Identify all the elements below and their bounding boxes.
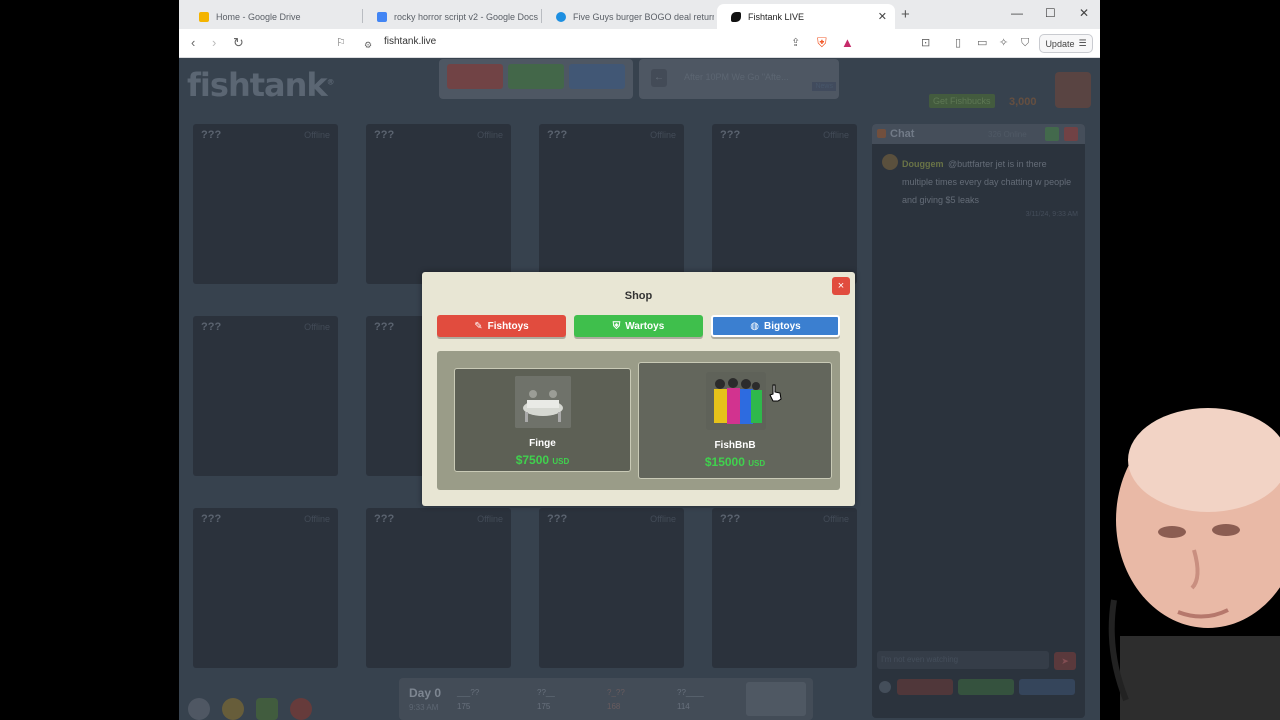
wallet-icon[interactable]: ▭ [977, 35, 987, 51]
tab-google-drive[interactable]: Home - Google Drive [185, 4, 361, 29]
news-site-icon [556, 11, 566, 22]
tab-fishtank-live[interactable]: Fishtank LIVE ✕ [717, 4, 895, 29]
hand-cursor-icon [769, 384, 782, 402]
tab-google-docs[interactable]: rocky horror script v2 - Google Docs [363, 4, 541, 29]
tab-search-icon[interactable]: ⊡ [921, 35, 930, 51]
bookmark-icon[interactable]: ⚐ [336, 35, 346, 51]
tab-bigtoys[interactable]: ◍ Bigtoys [711, 315, 840, 337]
back-icon[interactable]: ‹ [191, 35, 195, 51]
tab-title: Home - Google Drive [216, 11, 301, 22]
docs-icon [377, 11, 387, 22]
tab-title: Fishtank LIVE [748, 11, 805, 22]
tab-wartoys[interactable]: ⛨ Wartoys [574, 315, 703, 337]
share-icon[interactable]: ⇪ [791, 35, 800, 51]
drive-icon [199, 11, 209, 22]
browser-toolbar: ‹ › ↻ ⚐ ⚙ fishtank.live ⇪ ⛨ ▲ ⊡ ▯ ▭ ✧ ⛉ … [179, 29, 1100, 58]
shop-item-finge[interactable]: Finge $7500 USD [454, 368, 631, 472]
forward-icon[interactable]: › [212, 35, 216, 51]
item-price: $15000 USD [704, 455, 766, 469]
new-tab-button[interactable]: + [901, 6, 910, 23]
shop-modal: Shop × ✎ Fishtoys ⛨ Wartoys ◍ Bigtoys Fi… [422, 272, 855, 506]
tab-label: Wartoys [625, 320, 665, 332]
sidebar-icon[interactable]: ▯ [955, 35, 961, 51]
minimize-button[interactable]: — [1011, 6, 1023, 20]
leo-ai-icon[interactable]: ✧ [999, 35, 1008, 51]
shop-item-fishbnb[interactable]: FishBnB $15000 USD [638, 362, 832, 479]
tab-five-guys[interactable]: Five Guys burger BOGO deal returns [542, 4, 714, 29]
tab-title: rocky horror script v2 - Google Docs [394, 11, 539, 22]
site-info-icon[interactable]: ⚙ [364, 37, 372, 53]
fishbnb-thumbnail [706, 372, 766, 430]
browser-window: Home - Google Drive rocky horror script … [179, 0, 1100, 720]
fish-icon: ✎ [474, 320, 483, 332]
address-bar[interactable]: fishtank.live [384, 36, 436, 47]
shop-items-grid: Finge $7500 USD FishBnB $15000 USD [437, 351, 840, 490]
finge-thumbnail [515, 376, 571, 428]
brave-rewards-icon[interactable]: ▲ [841, 35, 854, 51]
menu-icon: ☰ [1078, 38, 1087, 48]
screen: Home - Google Drive rocky horror script … [0, 0, 1280, 720]
vpn-icon[interactable]: ⛉ [1021, 35, 1029, 51]
update-label: Update [1045, 38, 1075, 49]
tab-fishtoys[interactable]: ✎ Fishtoys [437, 315, 566, 337]
reload-icon[interactable]: ↻ [233, 35, 244, 51]
globe-icon: ◍ [750, 320, 760, 332]
item-name: Finge [529, 438, 556, 449]
tab-title: Five Guys burger BOGO deal returns [573, 11, 714, 22]
close-tab-icon[interactable]: ✕ [878, 10, 887, 23]
close-window-button[interactable]: ✕ [1079, 6, 1089, 20]
fish-favicon-icon [731, 11, 741, 22]
update-button[interactable]: Update ☰ [1039, 34, 1093, 53]
tab-label: Bigtoys [764, 320, 801, 332]
shop-title: Shop [624, 290, 653, 302]
brave-shield-icon[interactable]: ⛨ [817, 35, 827, 51]
tab-strip: Home - Google Drive rocky horror script … [179, 0, 1100, 29]
maximize-button[interactable]: ☐ [1045, 6, 1056, 20]
tab-label: Fishtoys [487, 320, 529, 332]
close-shop-button[interactable]: × [832, 277, 850, 295]
streamer-webcam [1100, 400, 1280, 720]
item-price: $7500 USD [515, 453, 570, 467]
item-name: FishBnB [714, 440, 756, 451]
shield-icon: ⛨ [612, 320, 621, 332]
